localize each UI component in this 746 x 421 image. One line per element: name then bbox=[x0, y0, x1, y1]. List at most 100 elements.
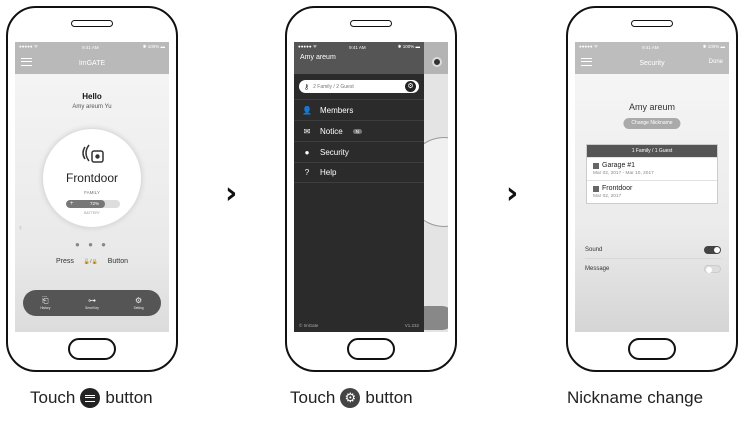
menu-item-security[interactable]: ● Security bbox=[294, 141, 424, 162]
screen-security: ●●●●● ᯤ 9:41 AM ✱ 100% ▬ Security Done A… bbox=[575, 42, 729, 332]
sound-row: Sound bbox=[585, 246, 721, 254]
menu-item-members[interactable]: 👤 Members bbox=[294, 99, 424, 120]
battery-status: ✱ 100% ▬ bbox=[397, 44, 420, 49]
door-name: Garage #1 bbox=[602, 162, 636, 169]
caption-2: Touch ⚙ button bbox=[290, 388, 413, 408]
history-icon: ⎗ bbox=[42, 296, 49, 305]
phone-frame-1: ●●●●● ᯤ 9:41 AM ✱ 100% ▬ ImGATE Hello Am… bbox=[6, 6, 178, 372]
clock-text: 9:41 AM bbox=[349, 44, 366, 50]
speaker bbox=[350, 20, 392, 27]
bottom-toolbar: ⎗ History ⊶ Send Key ⚙ Setting bbox=[23, 290, 161, 316]
menu-button[interactable] bbox=[21, 58, 32, 66]
battery-label: BATTERY bbox=[84, 211, 100, 215]
status-bar: ●●●●● ᯤ 9:41 AM ✱ 100% ▬ bbox=[15, 42, 169, 52]
menu-button[interactable] bbox=[581, 58, 592, 66]
toggle-knob bbox=[714, 247, 720, 253]
carrier-text: ●●●●● ᯤ bbox=[579, 44, 598, 49]
menu-label: Notice bbox=[320, 126, 343, 136]
home-button[interactable] bbox=[347, 338, 395, 360]
gear-icon[interactable]: ⚙ bbox=[405, 81, 416, 92]
caption-text: button bbox=[105, 388, 153, 407]
battery-percent: 72% bbox=[90, 201, 100, 206]
phone-frame-3: ●●●●● ᯤ 9:41 AM ✱ 100% ▬ Security Done A… bbox=[566, 6, 738, 372]
members-icon: 👤 bbox=[302, 105, 312, 115]
send-key-icon: ⊶ bbox=[87, 296, 96, 305]
divider bbox=[585, 258, 721, 259]
menu-item-help[interactable]: ? Help bbox=[294, 162, 424, 183]
nav-bar: ImGATE bbox=[15, 52, 169, 74]
key-icon: ⚷ bbox=[304, 83, 310, 91]
top-bar: ●●●●● ᯤ 9:41 AM ✱ 100% ▬ Security Done bbox=[575, 42, 729, 74]
page-indicator[interactable]: ● ● ● bbox=[15, 240, 169, 249]
door-name: Frontdoor bbox=[65, 171, 119, 185]
page-title: Security bbox=[639, 59, 665, 67]
app-title: ImGATE bbox=[78, 59, 106, 67]
clock-text: 9:41 AM bbox=[82, 44, 99, 50]
caption-text: Nickname change bbox=[567, 388, 704, 407]
send-key-label: Send Key bbox=[85, 306, 99, 310]
chevron-right-icon: › bbox=[506, 176, 519, 211]
caption-3: Nickname change bbox=[567, 388, 703, 408]
menu-label: Security bbox=[320, 147, 349, 157]
door-icon bbox=[593, 185, 599, 192]
list-item[interactable]: Frontdoor Mar 02, 2017 bbox=[587, 180, 717, 203]
message-row: Message bbox=[585, 265, 721, 273]
door-list-card: 1 Family / 1 Guest Garage #1 Mar 02, 201… bbox=[586, 144, 718, 204]
battery-bar: + 72% bbox=[66, 200, 120, 208]
press-instruction: Press 🔓/🔒 Button bbox=[15, 258, 169, 265]
carrier-text: ●●●●● ᯤ bbox=[298, 44, 317, 49]
new-badge: N bbox=[352, 128, 362, 134]
drawer-footer: © ImGate V1.232 bbox=[299, 323, 419, 328]
top-bar: ●●●●● ᯤ 9:41 AM ✱ 100% ▬ ImGATE bbox=[15, 42, 169, 74]
setting-label: Setting bbox=[133, 306, 144, 310]
profile-icon[interactable] bbox=[432, 57, 442, 67]
press-label: Press bbox=[56, 258, 74, 265]
door-lock-icon bbox=[82, 144, 104, 163]
chevron-left-icon[interactable]: ‹ bbox=[19, 222, 22, 232]
door-dates: Mar 02, 2017 - Mar 10, 2017 bbox=[593, 171, 654, 176]
phone-frame-2: ●●●●● ᯤ 9:41 AM ✱ 100% ▬ Amy areum ⚷ 2 F… bbox=[285, 6, 457, 372]
list-item[interactable]: Garage #1 Mar 02, 2017 - Mar 10, 2017 bbox=[587, 157, 717, 180]
door-name: Frontdoor bbox=[602, 185, 633, 192]
help-icon: ? bbox=[304, 168, 310, 177]
drawer-user-name: Amy areum bbox=[300, 54, 336, 61]
carrier-text: ●●●●● ᯤ bbox=[19, 44, 38, 49]
message-toggle[interactable] bbox=[704, 265, 721, 273]
drawer-header: ●●●●● ᯤ 9:41 AM ✱ 100% ▬ Amy areum bbox=[294, 42, 424, 74]
message-label: Message bbox=[585, 266, 610, 272]
version-text: V1.232 bbox=[404, 323, 419, 328]
gear-icon: ⚙ bbox=[340, 388, 361, 408]
plus-icon: + bbox=[70, 201, 74, 207]
home-button[interactable] bbox=[68, 338, 116, 360]
send-key-button[interactable]: ⊶ Send Key bbox=[85, 296, 99, 310]
speaker bbox=[71, 20, 113, 27]
button-label: Button bbox=[107, 258, 128, 265]
door-icon bbox=[593, 162, 599, 169]
notice-icon: ✉ bbox=[303, 126, 311, 136]
done-button[interactable]: Done bbox=[709, 59, 723, 65]
security-icon: ● bbox=[304, 147, 310, 157]
caption-text: Touch bbox=[30, 388, 76, 407]
battery-status: ✱ 100% ▬ bbox=[142, 44, 165, 49]
greeting: Hello bbox=[82, 92, 102, 101]
side-drawer: ●●●●● ᯤ 9:41 AM ✱ 100% ▬ Amy areum ⚷ 2 F… bbox=[294, 42, 424, 332]
history-button[interactable]: ⎗ History bbox=[40, 296, 50, 310]
hamburger-icon bbox=[581, 58, 592, 66]
home-button[interactable] bbox=[628, 338, 676, 360]
hamburger-icon bbox=[21, 58, 32, 66]
toggle-knob bbox=[706, 267, 712, 273]
setting-icon: ⚙ bbox=[135, 296, 143, 305]
sound-toggle[interactable] bbox=[704, 246, 721, 254]
setting-button[interactable]: ⚙ Setting bbox=[134, 296, 144, 310]
screen-drawer: ●●●●● ᯤ 9:41 AM ✱ 100% ▬ Amy areum ⚷ 2 F… bbox=[294, 42, 448, 332]
family-selector[interactable]: ⚷ 2 Family / 2 Guest ⚙ bbox=[299, 80, 419, 93]
menu-label: Help bbox=[320, 168, 337, 177]
caption-text: button bbox=[365, 388, 413, 407]
menu-item-notice[interactable]: ✉ Notice N bbox=[294, 120, 424, 141]
status-bar: ●●●●● ᯤ 9:41 AM ✱ 100% ▬ bbox=[575, 42, 729, 52]
history-label: History bbox=[40, 306, 51, 310]
caption-1: Touch button bbox=[30, 388, 153, 408]
change-nickname-button[interactable]: Change Nickname bbox=[623, 118, 681, 129]
speaker bbox=[631, 20, 673, 27]
door-circle[interactable]: Frontdoor FAMILY + 72% BATTERY bbox=[42, 128, 142, 228]
